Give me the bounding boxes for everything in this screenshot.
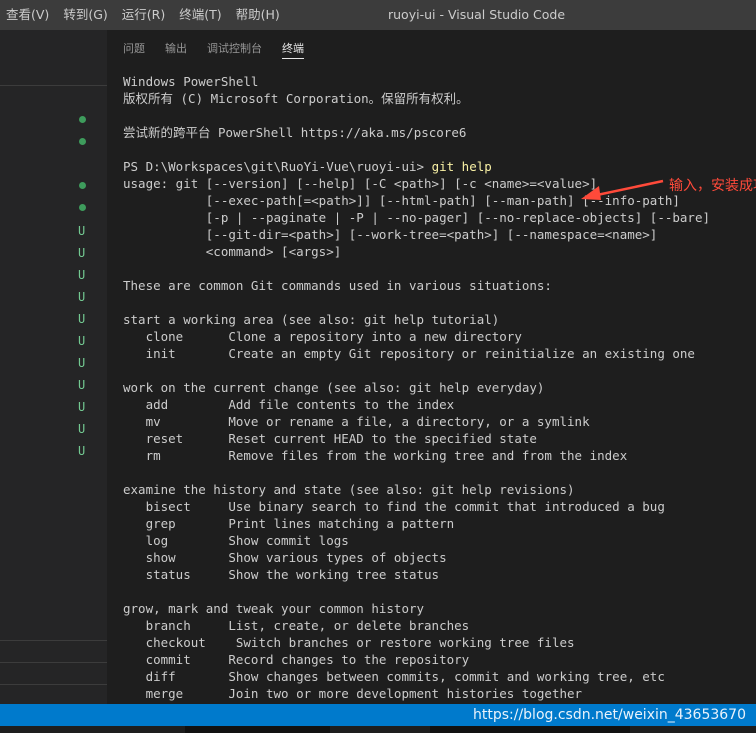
source-watermark: https://blog.csdn.net/weixin_43653670 [472,707,746,723]
menu-help[interactable]: 帮助(H) [230,0,288,30]
modified-dot-icon [79,116,86,123]
terminal-line: reset Reset current HEAD to the specifie… [123,431,537,446]
terminal-line: examine the history and state (see also:… [123,482,575,497]
terminal-line: 尝试新的跨平台 PowerShell https://aka.ms/pscore… [123,125,467,140]
git-untracked-badge: U [78,422,86,436]
terminal-line: show Show various types of objects [123,550,447,565]
terminal-line: start a working area (see also: git help… [123,312,500,327]
terminal-line: status Show the working tree status [123,567,440,582]
terminal-line: clone Clone a repository into a new dire… [123,329,522,344]
terminal-line: commit Record changes to the repository [123,652,470,667]
terminal-line: merge Join two or more development histo… [123,686,583,701]
git-untracked-badge: U [78,246,86,260]
terminal-line: [--git-dir=<path>] [--work-tree=<path>] … [123,227,658,242]
terminal-line: 版权所有 (C) Microsoft Corporation。保留所有权利。 [123,91,469,106]
terminal-line: work on the current change (see also: gi… [123,380,545,395]
git-untracked-badge: U [78,356,86,370]
explorer-divider [0,640,107,641]
annotation-arrow-icon [581,179,664,200]
terminal-line: Windows PowerShell [123,74,259,89]
explorer-divider [0,662,107,663]
terminal-line: grow, mark and tweak your common history [123,601,425,616]
modified-dot-icon [79,204,86,211]
title-bar: 查看(V) 转到(G) 运行(R) 终端(T) 帮助(H) ruoyi-ui -… [0,0,756,30]
git-untracked-badge: U [78,312,86,326]
git-untracked-badge: U [78,400,86,414]
explorer-sidebar: U U U U U U U U U U U [0,30,107,704]
terminal-prompt: PS D:\Workspaces\git\RuoYi-Vue\ruoyi-ui> [123,159,432,174]
terminal-line: bisect Use binary search to find the com… [123,499,665,514]
taskbar-segment [185,726,330,733]
explorer-divider [0,684,107,685]
terminal-line: grep Print lines matching a pattern [123,516,455,531]
git-untracked-badge: U [78,444,86,458]
terminal-line: rm Remove files from the working tree an… [123,448,628,463]
menu-terminal[interactable]: 终端(T) [173,0,229,30]
git-untracked-badge: U [78,224,86,238]
git-untracked-badge: U [78,378,86,392]
modified-dot-icon [79,138,86,145]
terminal-line: <command> [<args>] [123,244,342,259]
tab-terminal[interactable]: 终端 [282,40,304,59]
terminal-line: branch List, create, or delete branches [123,618,470,633]
tab-debug-console[interactable]: 调试控制台 [207,40,262,56]
terminal-command: git help [431,159,492,174]
menu-view[interactable]: 查看(V) [0,0,57,30]
tab-output[interactable]: 输出 [165,40,187,56]
panel-tabs: 问题 输出 调试控制台 终端 [107,30,756,65]
git-untracked-badge: U [78,334,86,348]
terminal-line: These are common Git commands used in va… [123,278,552,293]
taskbar-strip [0,726,756,733]
git-untracked-badge: U [78,290,86,304]
terminal-line: [-p | --paginate | -P | --no-pager] [--n… [123,210,710,225]
bottom-panel: 问题 输出 调试控制台 终端 Windows PowerShell 版权所有 (C… [107,30,756,704]
menu-run[interactable]: 运行(R) [116,0,173,30]
tab-problems[interactable]: 问题 [123,40,145,56]
menu-bar: 查看(V) 转到(G) 运行(R) 终端(T) 帮助(H) [0,0,288,30]
modified-dot-icon [79,182,86,189]
terminal-line: diff Show changes between commits, commi… [123,669,665,684]
annotation-note: 输入，安装成功 [669,178,756,194]
terminal-line: checkout Switch branches or restore work… [123,635,575,650]
menu-go[interactable]: 转到(G) [57,0,115,30]
terminal-prompt-line: PS D:\Workspaces\git\RuoYi-Vue\ruoyi-ui>… [123,158,710,175]
taskbar-segment [430,726,630,733]
terminal-line: log Show commit logs [123,533,349,548]
window-title: ruoyi-ui - Visual Studio Code [388,7,566,22]
explorer-divider [0,85,107,86]
terminal-line: add Add file contents to the index [123,397,455,412]
terminal-line: mv Move or rename a file, a directory, o… [123,414,590,429]
terminal-line: init Create an empty Git repository or r… [123,346,695,361]
git-untracked-badge: U [78,268,86,282]
terminal-output[interactable]: Windows PowerShell 版权所有 (C) Microsoft Cor… [123,73,710,702]
